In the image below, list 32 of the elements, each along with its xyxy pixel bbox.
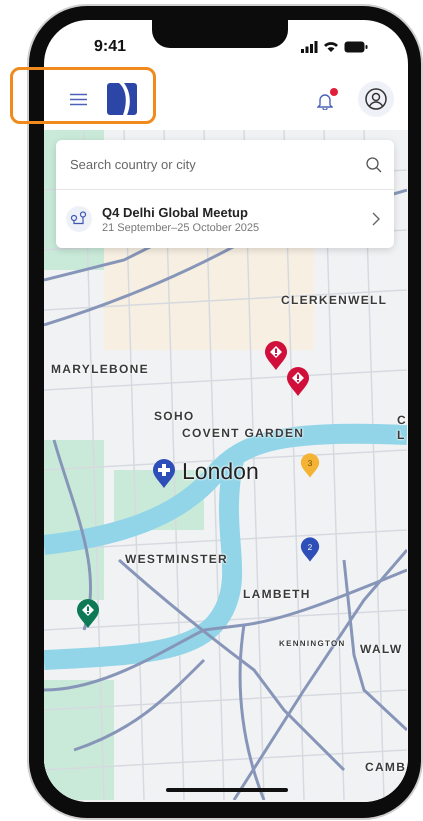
battery-icon <box>344 41 368 53</box>
search-icon <box>366 156 382 172</box>
district-label: CLERKENWELL <box>281 293 388 307</box>
hospital-pin-icon[interactable] <box>152 458 176 489</box>
district-label: C <box>397 413 407 427</box>
alert-pin-icon[interactable] <box>76 598 100 629</box>
district-label: WALW <box>360 642 403 656</box>
menu-icon[interactable] <box>70 92 87 106</box>
district-label: LAMBETH <box>243 587 311 601</box>
status-time: 9:41 <box>94 38 126 56</box>
district-label: WESTMINSTER <box>125 552 228 566</box>
profile-button[interactable] <box>358 81 394 117</box>
district-label: COVENT GARDEN <box>182 426 304 440</box>
cluster-marker[interactable]: 2 <box>300 536 320 563</box>
district-label: MARYLEBONE <box>51 362 149 376</box>
city-label: London <box>182 458 259 485</box>
cluster-marker[interactable]: 3 <box>300 452 320 479</box>
route-pin-icon <box>66 206 92 232</box>
app-logo-icon <box>107 83 137 115</box>
chevron-right-icon <box>372 212 380 226</box>
event-row[interactable]: Q4 Delhi Global Meetup 21 September–25 October 2025 <box>56 190 394 248</box>
district-label: L <box>397 428 406 442</box>
alert-pin-icon[interactable] <box>264 340 288 371</box>
signal-icon <box>301 41 318 53</box>
district-label: SOHO <box>154 409 195 423</box>
notification-bell-icon[interactable] <box>317 88 338 110</box>
alert-pin-icon[interactable] <box>286 366 310 397</box>
event-dates: 21 September–25 October 2025 <box>102 222 260 234</box>
wifi-icon <box>323 41 339 53</box>
event-title: Q4 Delhi Global Meetup <box>102 204 249 220</box>
user-icon <box>365 88 387 110</box>
district-label: CAMB <box>365 760 406 774</box>
